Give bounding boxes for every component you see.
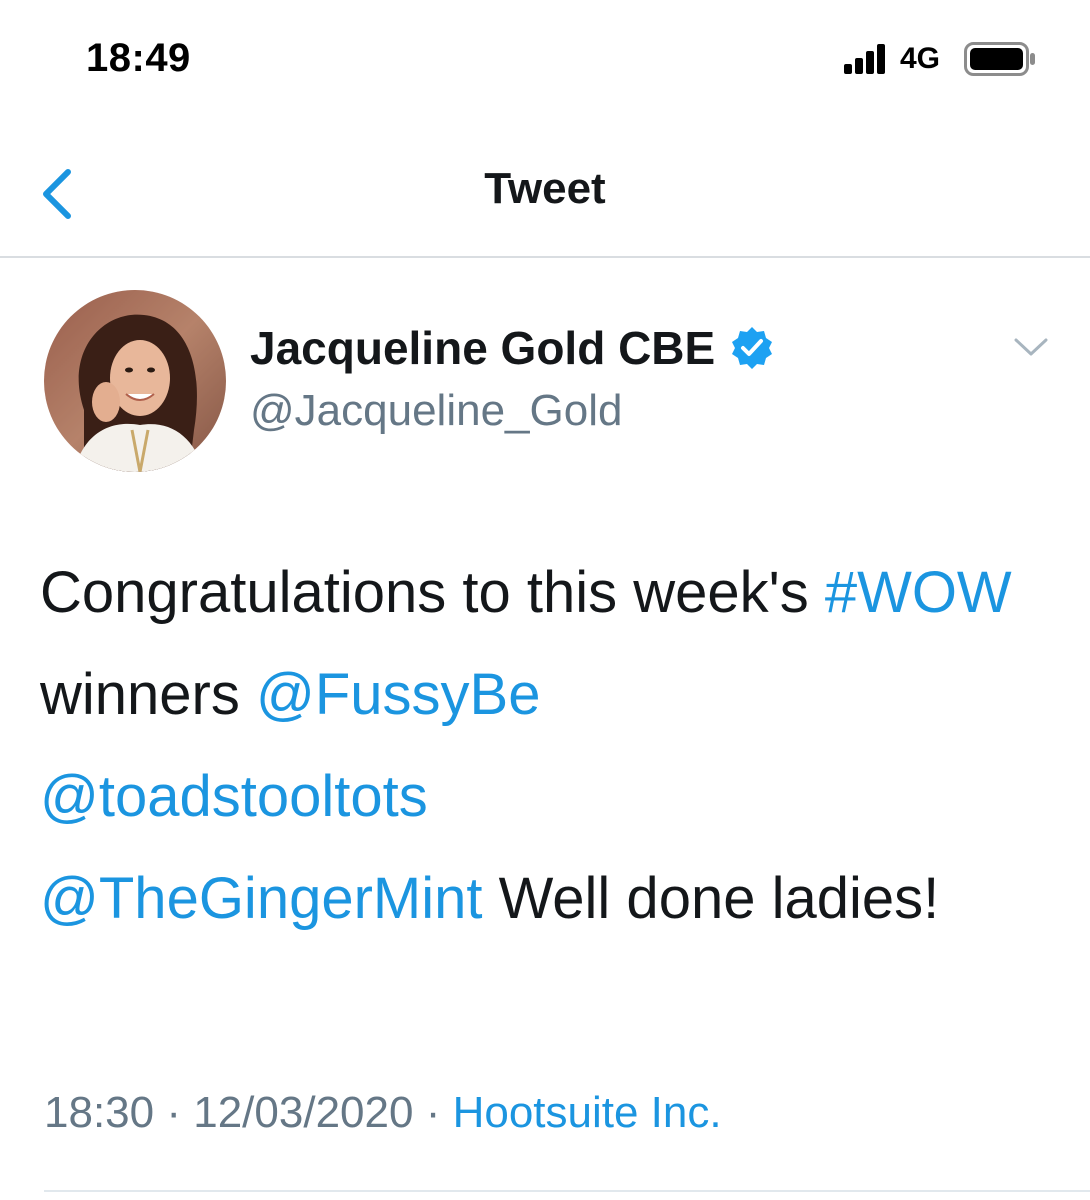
network-type: 4G [900,42,941,75]
mention-link[interactable]: @FussyBe [256,662,541,727]
tweet-meta: 18:30 · 12/03/2020 · Hootsuite Inc. [44,1088,722,1138]
mention-link[interactable]: @TheGingerMint [40,866,482,931]
tweet-time: 18:30 [44,1088,155,1137]
page-title: Tweet [484,164,606,213]
hashtag-link[interactable]: #WOW [825,560,1012,625]
tweet-text-plain: winners [40,662,256,727]
battery-icon [964,42,1035,76]
status-time: 18:49 [86,36,191,80]
tweet-text-plain: Well done ladies! [482,866,940,931]
signal-bars-icon [844,44,885,74]
avatar-image [44,290,226,472]
avatar[interactable] [44,290,226,472]
mention-link[interactable]: @toadstooltots [40,764,428,829]
tweet-source-link[interactable]: Hootsuite Inc. [453,1088,722,1137]
verified-badge-icon [732,327,773,369]
tweet-date: 12/03/2020 [193,1088,414,1137]
chevron-down-icon[interactable] [1008,330,1054,366]
divider [44,1190,1090,1192]
author-name-row: Jacqueline Gold CBE [250,318,775,378]
meta-separator: · [425,1088,441,1137]
author-handle[interactable]: @Jacqueline_Gold [250,386,622,436]
author-display-name[interactable]: Jacqueline Gold CBE [250,321,715,375]
tweet-text-plain: Congratulations to this week's [40,560,825,625]
tweet-text: Congratulations to this week's #WOW winn… [40,542,1050,950]
meta-separator: · [166,1088,181,1137]
nav-bar: Tweet [0,140,1090,258]
status-bar: 18:49 4G [0,0,1090,110]
